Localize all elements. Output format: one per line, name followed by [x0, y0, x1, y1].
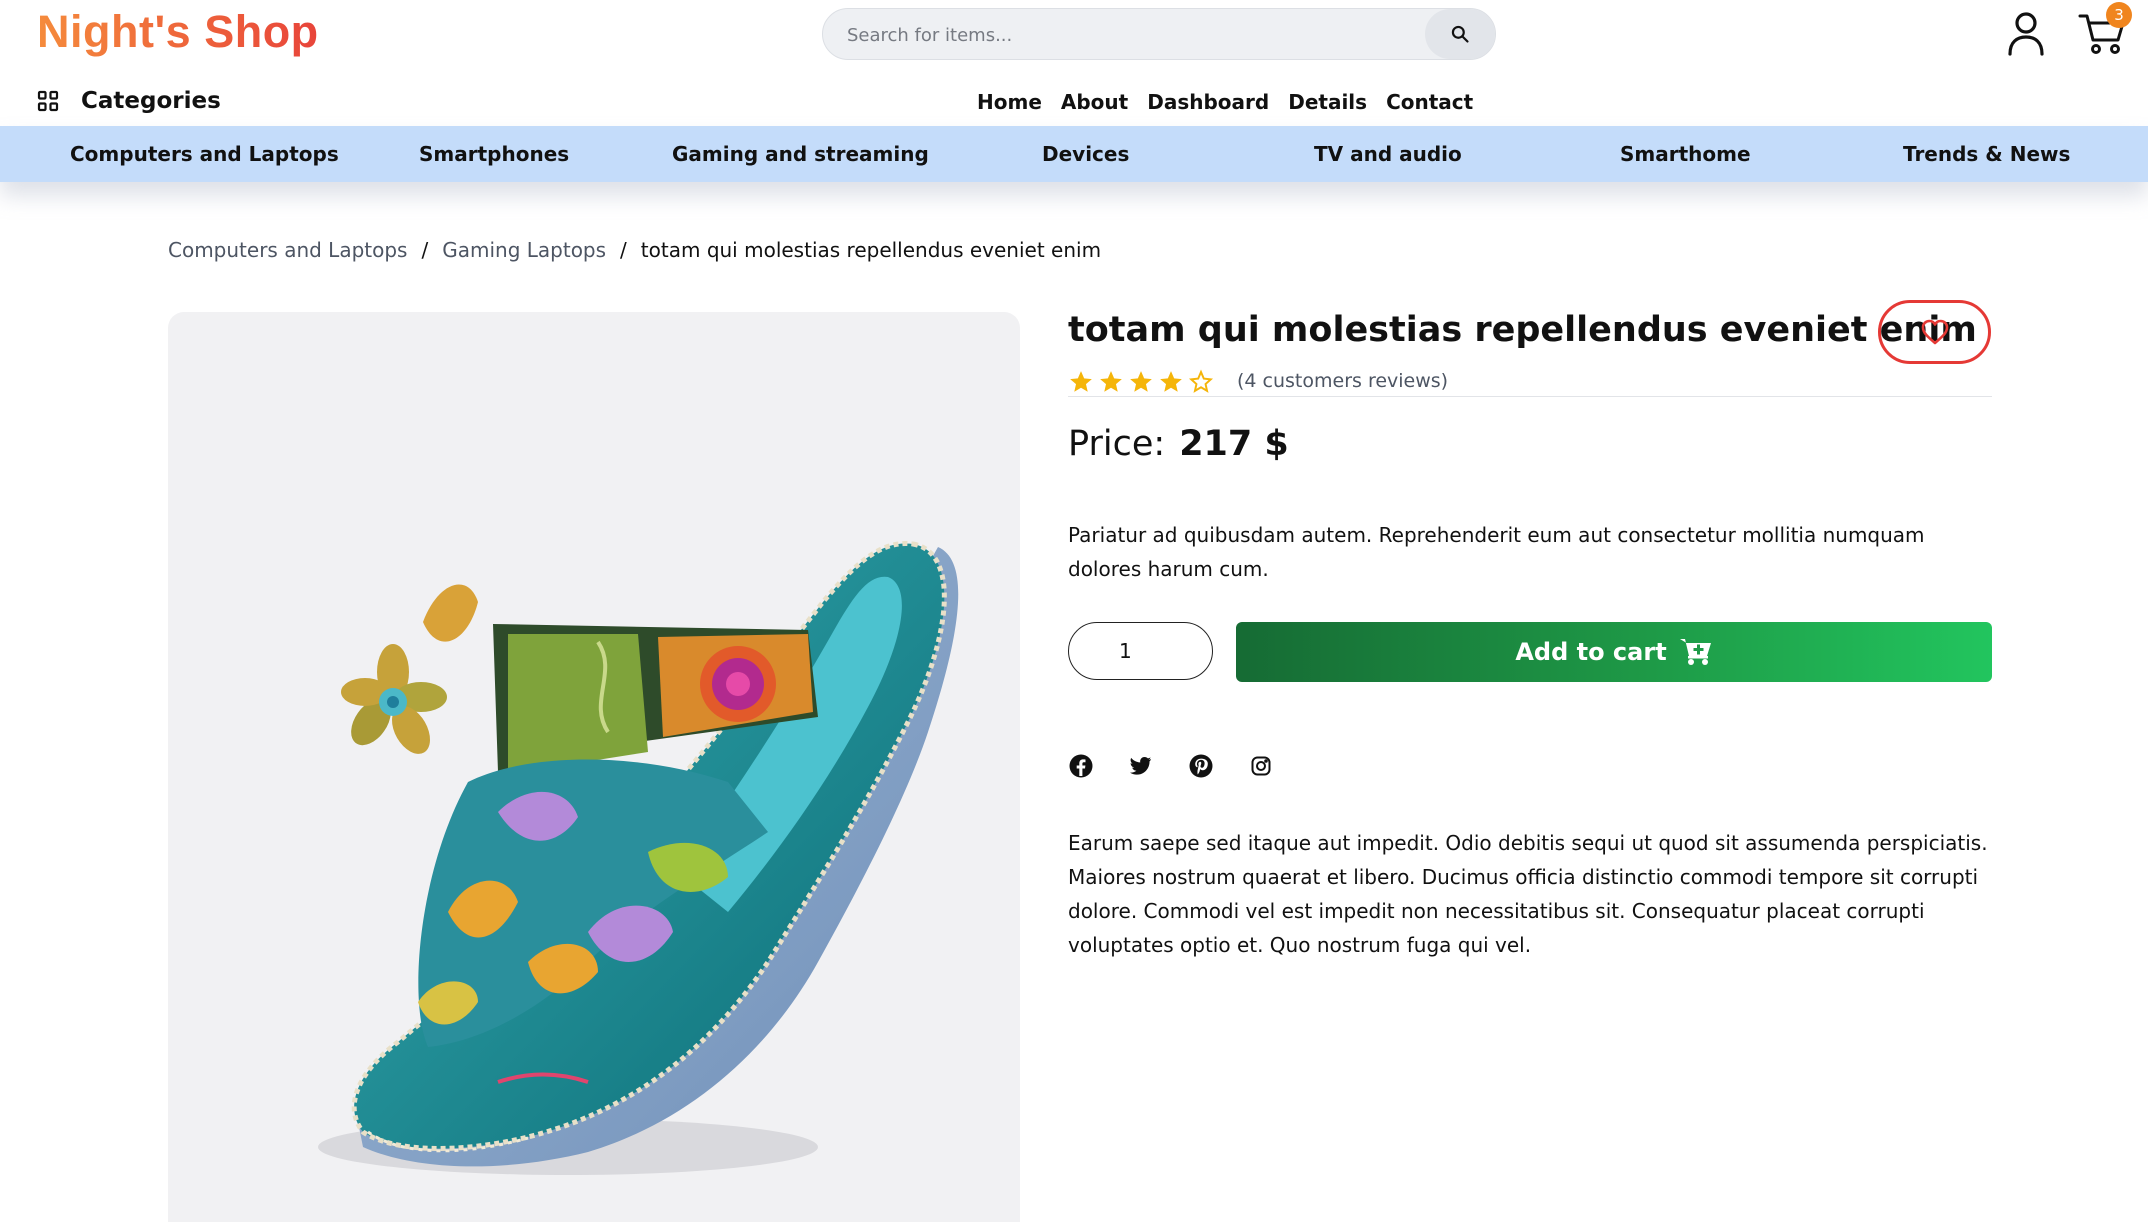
user-account-icon[interactable]: [2004, 10, 2048, 56]
cart-plus-icon: [1679, 639, 1711, 665]
breadcrumb-separator: /: [620, 238, 627, 262]
breadcrumb-current: totam qui molestias repellendus eveniet …: [640, 238, 1102, 262]
nav-about[interactable]: About: [1061, 90, 1128, 114]
facebook-icon[interactable]: [1068, 753, 1094, 779]
category-smartphones[interactable]: Smartphones: [419, 126, 569, 182]
product-long-description: Earum saepe sed itaque aut impedit. Odio…: [1068, 831, 1988, 957]
breadcrumb: Computers and Laptops / Gaming Laptops /…: [168, 238, 1101, 262]
star-filled-icon: [1070, 371, 1092, 392]
social-share: [1068, 753, 1308, 779]
shop-logo[interactable]: Night's Shop: [37, 6, 319, 58]
nav-dashboard[interactable]: Dashboard: [1147, 90, 1269, 114]
category-bar: Computers and Laptops Smartphones Gaming…: [0, 126, 2148, 182]
sandal-product-image: [318, 541, 959, 1175]
add-to-cart-button[interactable]: Add to cart: [1236, 622, 1992, 682]
breadcrumb-gaming-laptops[interactable]: Gaming Laptops: [442, 238, 606, 262]
nav-details[interactable]: Details: [1288, 90, 1367, 114]
breadcrumb-computers-laptops[interactable]: Computers and Laptops: [168, 238, 407, 262]
nav-contact[interactable]: Contact: [1386, 90, 1473, 114]
product-price: Price: 217 $: [1068, 424, 1289, 464]
categories-label: Categories: [81, 88, 221, 114]
star-filled-icon: [1160, 371, 1182, 392]
star-filled-icon: [1100, 371, 1122, 392]
category-smarthome[interactable]: Smarthome: [1620, 126, 1751, 182]
search-input[interactable]: [845, 9, 1429, 61]
instagram-icon[interactable]: [1248, 753, 1274, 779]
heart-icon: [1921, 319, 1948, 345]
pinterest-icon[interactable]: [1188, 753, 1214, 779]
cart-count-badge: 3: [2106, 2, 2132, 28]
search-icon: [1451, 25, 1469, 43]
add-to-wishlist-button[interactable]: [1878, 300, 1991, 364]
search-button[interactable]: [1425, 9, 1495, 59]
category-computers-laptops[interactable]: Computers and Laptops: [70, 126, 339, 182]
star-filled-icon: [1130, 371, 1152, 392]
category-devices[interactable]: Devices: [1042, 126, 1129, 182]
product-image-panel: [168, 312, 1020, 1222]
category-tv-audio[interactable]: TV and audio: [1314, 126, 1462, 182]
star-empty-icon: [1188, 369, 1214, 393]
category-trends-news[interactable]: Trends & News: [1903, 126, 2070, 182]
product-title: totam qui molestias repellendus eveniet …: [1068, 310, 1977, 350]
category-gaming-streaming[interactable]: Gaming and streaming: [672, 126, 929, 182]
divider: [1068, 396, 1992, 397]
categories-menu[interactable]: Categories: [37, 88, 221, 114]
grid-icon: [37, 90, 59, 112]
twitter-icon[interactable]: [1128, 753, 1154, 779]
product-short-description: Pariatur ad quibusdam autem. Reprehender…: [1068, 523, 1925, 581]
add-to-cart-label: Add to cart: [1515, 638, 1667, 666]
quantity-input[interactable]: [1068, 622, 1213, 680]
main-nav: Home About Dashboard Details Contact: [977, 90, 1492, 114]
reviews-count[interactable]: (4 customers reviews): [1237, 370, 1448, 392]
nav-home[interactable]: Home: [977, 90, 1042, 114]
price-label: Price:: [1068, 424, 1166, 464]
breadcrumb-separator: /: [421, 238, 429, 262]
search-bar: [822, 8, 1496, 61]
product-rating: [1068, 369, 1218, 395]
price-value: 217 $: [1179, 424, 1289, 464]
